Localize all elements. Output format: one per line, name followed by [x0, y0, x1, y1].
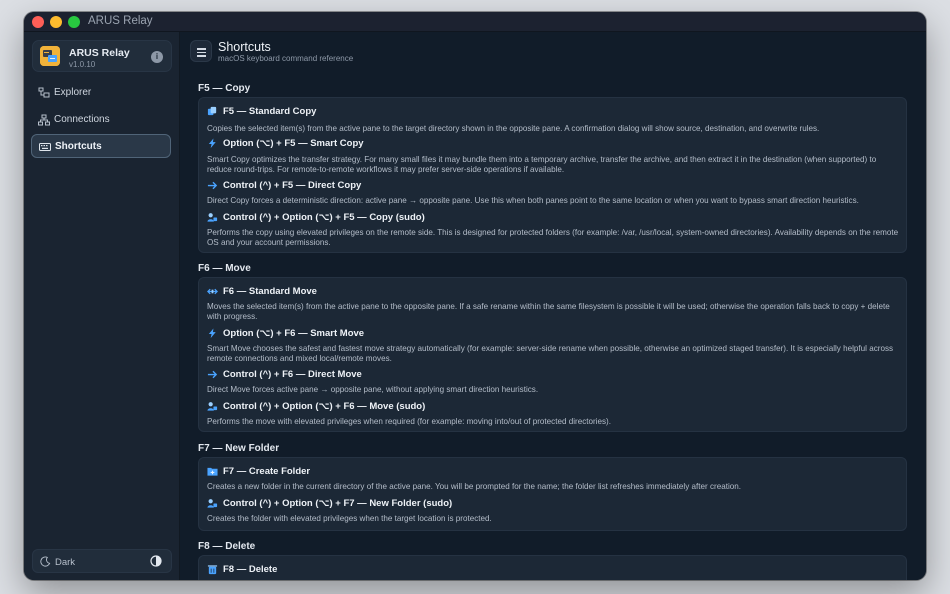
shortcut-description: Copies the selected item(s) from the act… [207, 124, 820, 133]
main-content: Shortcuts macOS keyboard command referen… [180, 32, 926, 580]
shortcut-heading-label: Control (^) + Option (⌥) + F7 — New Fold… [223, 498, 453, 509]
connections-icon [38, 114, 50, 126]
theme-label: Dark [55, 557, 76, 568]
shortcut-card: F8 — Delete [198, 555, 907, 580]
move-icon [207, 288, 218, 295]
shortcut-card: F6 — Standard Move Moves the selected ite… [198, 277, 907, 432]
title-bar: ARUS Relay [24, 12, 926, 32]
sidebar-item-explorer[interactable]: Explorer [31, 81, 171, 105]
shortcut-description: Creates a new folder in the current dire… [207, 482, 742, 491]
app-card: ARUS Relay v1.0.10 i [32, 40, 172, 72]
page-subtitle: macOS keyboard command reference [218, 54, 354, 63]
arrow-right-icon [207, 181, 218, 190]
app-logo-icon [40, 46, 60, 66]
info-icon[interactable]: i [151, 51, 163, 63]
shortcut-description: Moves the selected item(s) from the acti… [207, 302, 890, 321]
app-version: v1.0.10 [69, 60, 96, 69]
shortcut-heading-label: Control (^) + Option (⌥) + F5 — Copy (su… [223, 212, 425, 223]
shortcut-description: Smart Move chooses the safest and fastes… [207, 344, 894, 363]
admin-user-icon [207, 499, 218, 508]
section-title: F8 — Delete [198, 541, 256, 552]
shortcut-description: Direct Move forces active pane → opposit… [207, 385, 539, 394]
app-window: ARUS Relay ARUS Relay v1.0.10 i Explorer… [24, 12, 926, 580]
shortcut-description: Performs the copy using elevated privile… [207, 228, 899, 247]
window-title: ARUS Relay [88, 15, 153, 27]
section-title: F7 — New Folder [198, 443, 280, 454]
shortcut-description: Direct Copy forces a deterministic direc… [207, 196, 859, 205]
app-name: ARUS Relay [69, 47, 130, 59]
close-window-button[interactable] [32, 16, 44, 28]
bolt-icon [208, 138, 216, 149]
sidebar-item-shortcuts[interactable]: Shortcuts [31, 134, 171, 158]
sidebar-item-label: Connections [54, 114, 110, 125]
page-title: Shortcuts [218, 40, 271, 54]
explorer-icon [38, 87, 50, 98]
shortcut-card: F7 — Create Folder Creates a new folder i… [198, 457, 907, 531]
admin-user-icon [207, 402, 218, 411]
bolt-icon [208, 328, 216, 339]
copy-icon [207, 106, 217, 116]
shortcut-heading-label: F5 — Standard Copy [223, 106, 317, 117]
sidebar: ARUS Relay v1.0.10 i Explorer Connection… [24, 32, 180, 580]
shortcut-heading-label: F7 — Create Folder [223, 466, 311, 477]
sidebar-item-label: Shortcuts [55, 141, 102, 152]
moon-icon [40, 556, 51, 567]
section-title: F6 — Move [198, 263, 251, 274]
sidebar-item-connections[interactable]: Connections [31, 108, 171, 132]
maximize-window-button[interactable] [68, 16, 80, 28]
arrow-right-icon [207, 370, 218, 379]
shortcut-heading-label: Option (⌥) + F5 — Smart Copy [223, 138, 364, 149]
trash-icon [207, 565, 218, 575]
shortcut-card: F5 — Standard Copy Copies the selected it… [198, 97, 907, 253]
keyboard-icon [39, 143, 51, 151]
shortcut-description: Creates the folder with elevated privile… [207, 514, 492, 523]
new-folder-icon [207, 467, 218, 476]
shortcut-heading-label: Option (⌥) + F6 — Smart Move [223, 328, 365, 339]
shortcut-heading-label: F6 — Standard Move [223, 286, 317, 297]
admin-user-icon [207, 213, 218, 222]
minimize-window-button[interactable] [50, 16, 62, 28]
shortcut-heading-label: F8 — Delete [223, 564, 278, 575]
menu-button[interactable] [190, 40, 212, 62]
shortcut-description: Performs the move with elevated privileg… [207, 417, 611, 426]
shortcut-heading-label: Control (^) + F5 — Direct Copy [223, 180, 362, 191]
shortcut-heading-label: Control (^) + Option (⌥) + F6 — Move (su… [223, 401, 426, 412]
shortcut-heading-label: Control (^) + F6 — Direct Move [223, 369, 362, 380]
sidebar-item-label: Explorer [54, 87, 92, 98]
theme-bar: Dark [32, 549, 172, 573]
theme-toggle-icon[interactable] [150, 555, 162, 567]
shortcut-description: Smart Copy optimizes the transfer strate… [207, 155, 877, 174]
section-title: F5 — Copy [198, 83, 251, 94]
